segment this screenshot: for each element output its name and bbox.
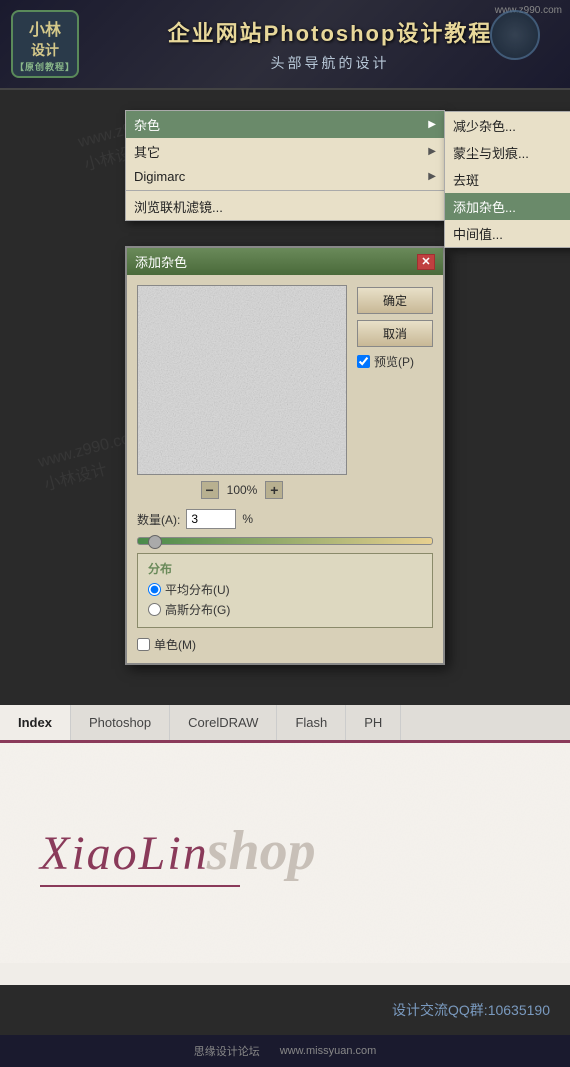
zoom-plus-button[interactable]: + [265,481,283,499]
distribution-box: 分布 平均分布(U) 高斯分布(G) [137,553,433,628]
zoom-minus-button[interactable]: − [201,481,219,499]
submenu-item-4[interactable]: 中间值... [445,220,570,247]
preview-checkbox-row: 预览(P) [357,353,433,370]
zoom-controls: − 100% + [201,481,284,499]
header-decorative-circle [490,10,540,60]
logo-underline [40,885,240,887]
tab-photoshop[interactable]: Photoshop [71,705,170,740]
header: 小林 设计 【原创教程】 企业网站Photoshop设计教程 头部导航的设计 w… [0,0,570,90]
cancel-button[interactable]: 取消 [357,320,433,347]
logo: 小林 设计 【原创教程】 [11,10,79,78]
submenu-item-3[interactable]: 添加杂色... [445,193,570,220]
add-noise-dialog: 添加杂色 ✕ − 100% + [125,246,445,665]
bottom-section: Index Photoshop CorelDRAW Flash PH XiaoL… [0,705,570,985]
logo-line1: 小林 [29,16,61,40]
amount-label: 数量(A): [137,511,180,528]
menu-item-browse-label: 浏览联机滤镜... [134,197,436,216]
noise-svg [138,286,347,475]
monochrome-label: 单色(M) [154,636,196,653]
tab-ph[interactable]: PH [346,705,401,740]
dialog-settings-section: 数量(A): % 分布 平均分布(U) 高斯分布(G) 单 [127,509,443,663]
noise-preview-canvas [137,285,347,475]
slider-thumb[interactable] [148,535,162,549]
logo-box: 小林 设计 【原创教程】 [0,0,90,89]
context-menu-container: 杂色 ▶ 减少杂色... 蒙尘与划痕... 去斑 添加杂色... 中间值... … [125,110,445,221]
nav-tabs: Index Photoshop CorelDRAW Flash PH [0,705,570,743]
dialog-preview-area: − 100% + [137,285,347,499]
dialog-close-button[interactable]: ✕ [417,254,435,270]
xiaolinshop-xiaolin: XiaoLin [40,830,209,878]
dialog-body: − 100% + 确定 取消 预览(P) [127,275,443,509]
site-footer-right: www.missyuan.com [280,1045,377,1057]
menu-item-zashe-label: 杂色 [134,115,428,134]
gaussian-radio[interactable] [148,603,161,616]
tab-coreldraw[interactable]: CorelDRAW [170,705,277,740]
logo-line2: 设计 [31,40,59,60]
preview-checkbox[interactable] [357,355,370,368]
submenu-item-0[interactable]: 减少杂色... [445,112,570,139]
sub-title: 头部导航的设计 [271,53,390,73]
site-footer-left: 思缘设计论坛 [194,1043,260,1059]
zoom-percent: 100% [227,483,258,497]
uniform-radio-row: 平均分布(U) [148,581,422,598]
tab-index[interactable]: Index [0,705,71,743]
menu-item-digimarc-label: Digimarc [134,169,428,184]
gaussian-radio-label: 高斯分布(G) [165,601,230,618]
distribution-title: 分布 [148,560,422,577]
monochrome-row: 单色(M) [137,636,433,653]
nav-content: XiaoLin shop [0,743,570,963]
uniform-radio[interactable] [148,583,161,596]
gaussian-radio-row: 高斯分布(G) [148,601,422,618]
menu-item-digimarc[interactable]: Digimarc ▶ [126,165,444,188]
submenu-item-2[interactable]: 去斑 [445,166,570,193]
dialog-titlebar: 添加杂色 ✕ [127,248,443,275]
submenu-item-1[interactable]: 蒙尘与划痕... [445,139,570,166]
menu-divider [126,190,444,191]
footer-qq-text: 设计交流QQ群:10635190 [392,1000,550,1020]
main-dark-area: www.z990.com小林设计 www.z990.com小林设计 杂色 ▶ 减… [0,90,570,685]
menu-item-other-label: 其它 [134,142,428,161]
dialog-controls: 确定 取消 预览(P) [357,285,433,499]
menu-item-other[interactable]: 其它 ▶ [126,138,444,165]
dialog-title: 添加杂色 [135,252,187,271]
uniform-radio-label: 平均分布(U) [165,581,230,598]
confirm-button[interactable]: 确定 [357,287,433,314]
amount-input[interactable] [186,509,236,529]
monochrome-checkbox[interactable] [137,638,150,651]
amount-slider[interactable] [137,537,433,545]
menu-arrow-other: ▶ [428,146,436,157]
menu-arrow-zashe: ▶ [428,119,436,130]
menu-item-browse[interactable]: 浏览联机滤镜... [126,193,444,220]
xiaolinshop-logo: XiaoLin shop [40,819,316,887]
amount-unit: % [242,512,253,526]
preview-checkbox-label: 预览(P) [374,353,414,370]
tab-flash[interactable]: Flash [277,705,346,740]
main-title: 企业网站Photoshop设计教程 [168,16,493,48]
site-footer: 思缘设计论坛 www.missyuan.com [0,1035,570,1067]
footer: 设计交流QQ群:10635190 [0,985,570,1035]
menu-arrow-digimarc: ▶ [428,171,436,182]
menu-item-zashe[interactable]: 杂色 ▶ 减少杂色... 蒙尘与划痕... 去斑 添加杂色... 中间值... [126,111,444,138]
xiaolinshop-shop: shop [207,819,316,883]
logo-sub: 【原创教程】 [15,60,75,73]
submenu-zashe: 减少杂色... 蒙尘与划痕... 去斑 添加杂色... 中间值... [444,111,570,248]
amount-row: 数量(A): % [137,509,433,529]
context-menu: 杂色 ▶ 减少杂色... 蒙尘与划痕... 去斑 添加杂色... 中间值... … [125,110,445,221]
